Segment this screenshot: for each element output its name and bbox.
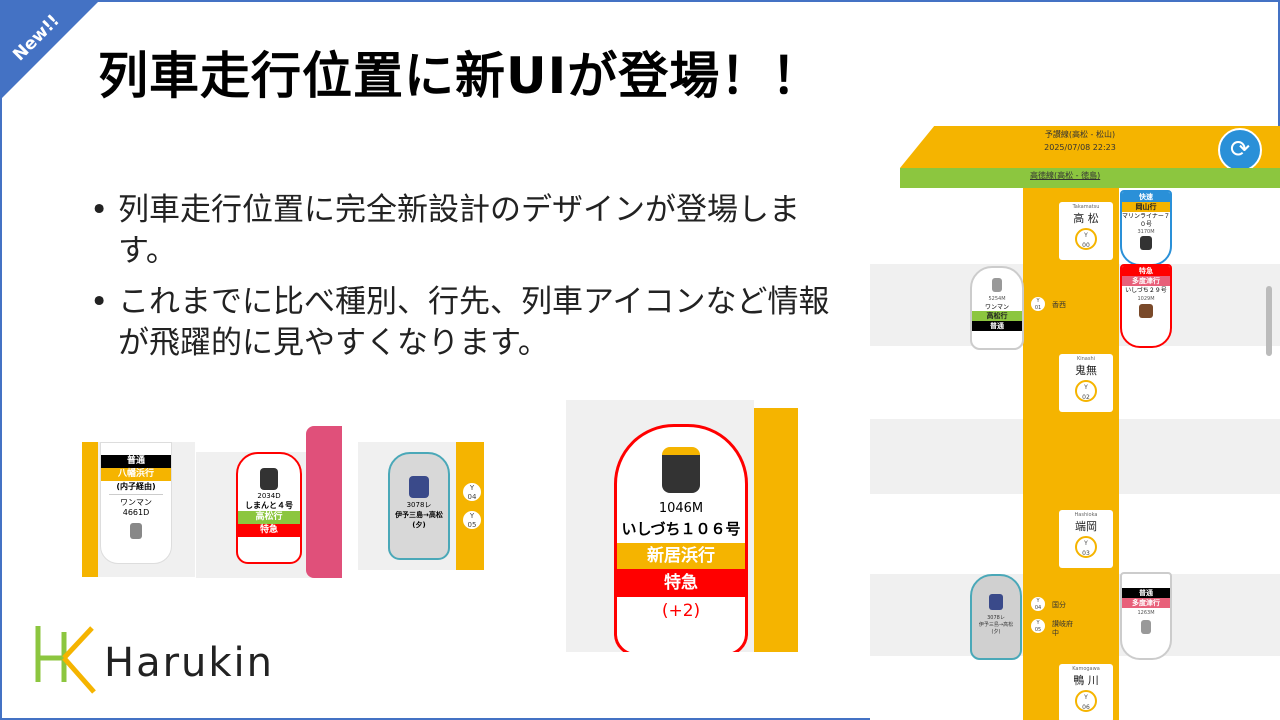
sample-card-local: 普通 八幡浜行 (内子経由) ワンマン 4661D: [82, 442, 195, 577]
bullet-item: これまでに比べ種別、行先、列車アイコンなど情報が飛躍的に見やすくなります。: [90, 282, 850, 364]
train-card[interactable]: 3078レ 伊予三島→高松 (夕): [970, 574, 1022, 660]
train-icon: [409, 476, 429, 498]
station-code: Y 06: [1075, 690, 1097, 712]
station-code: Y 05: [462, 510, 482, 530]
scrollbar[interactable]: [1266, 286, 1272, 356]
bullet-list: 列車走行位置に完全新設計のデザインが登場します。 これまでに比べ種別、行先、列車…: [90, 190, 850, 374]
station-name: 高 松: [1073, 212, 1099, 225]
station-code: Y 03: [1075, 536, 1097, 558]
bullet-item: 列車走行位置に完全新設計のデザインが登場します。: [90, 190, 850, 272]
branch-link[interactable]: 高徳線(高松 - 徳島): [1030, 170, 1100, 181]
train-icon: [130, 523, 142, 539]
station-code: Y 04: [1030, 596, 1046, 612]
sample-card-ishizuchi: 1046M いしづち１０６号 新居浜行 特急 (+2): [566, 400, 798, 652]
train-icon: [992, 278, 1002, 292]
sample-card-iyo: 3078レ 伊予三島→高松 (夕) Y 04 Y 05: [358, 442, 484, 570]
station-card[interactable]: Hashioka 端岡 Y 03: [1059, 510, 1113, 568]
harukin-logo: [34, 624, 98, 698]
refresh-icon: ⟳: [1229, 135, 1251, 163]
station-name: 鬼無: [1075, 364, 1097, 377]
station-code: Y 05: [1030, 618, 1046, 634]
train-icon: [1140, 236, 1152, 250]
logo-text: Harukin: [104, 640, 275, 686]
station-name: 香西: [1052, 301, 1066, 309]
train-position-screenshot: 予讃線(高松 - 松山) 2025/07/08 22:23 ⟳ 高徳線(高松 -…: [870, 126, 1280, 720]
station-code: Y 01: [1030, 296, 1046, 312]
station-name: 国分: [1052, 601, 1066, 609]
train-card[interactable]: 5254M ワンマン 高松行 普通: [970, 266, 1024, 350]
station-name: 讃岐府中: [1052, 620, 1073, 637]
refresh-button[interactable]: ⟳: [1218, 128, 1262, 172]
station-card[interactable]: Kinashi 鬼無 Y 02: [1059, 354, 1113, 412]
line-track: [1023, 188, 1119, 720]
sample-card-shimanto: 2034D しまんと４号 高松行 特急: [196, 426, 342, 578]
train-icon: [1141, 620, 1151, 634]
train-icon: [260, 468, 278, 490]
train-card[interactable]: 特急 多度津行 いしづち２９号 1029M: [1120, 264, 1172, 348]
datetime: 2025/07/08 22:23: [1044, 143, 1116, 152]
station-name: 鴨 川: [1073, 674, 1099, 687]
header-info: 予讃線(高松 - 松山) 2025/07/08 22:23: [1010, 128, 1150, 154]
station-code: Y 00: [1075, 228, 1097, 250]
slide-title: 列車走行位置に新UIが登場！！: [98, 47, 823, 105]
station-code: Y 04: [462, 482, 482, 502]
train-icon: [989, 594, 1003, 610]
station-code: Y 02: [1075, 380, 1097, 402]
line-name: 予讃線(高松 - 松山): [1044, 130, 1116, 139]
station-card[interactable]: Takamatsu 高 松 Y 00: [1059, 202, 1113, 260]
station-card[interactable]: Kamogawa 鴨 川 Y 06: [1059, 664, 1113, 720]
train-icon: [1139, 304, 1153, 318]
station-name: 端岡: [1075, 520, 1097, 533]
train-card[interactable]: 普通 多度津行 1263M: [1120, 572, 1172, 660]
train-card[interactable]: 快速 岡山行 マリンライナー７０号 3170M: [1120, 190, 1172, 266]
train-icon: [662, 447, 700, 493]
